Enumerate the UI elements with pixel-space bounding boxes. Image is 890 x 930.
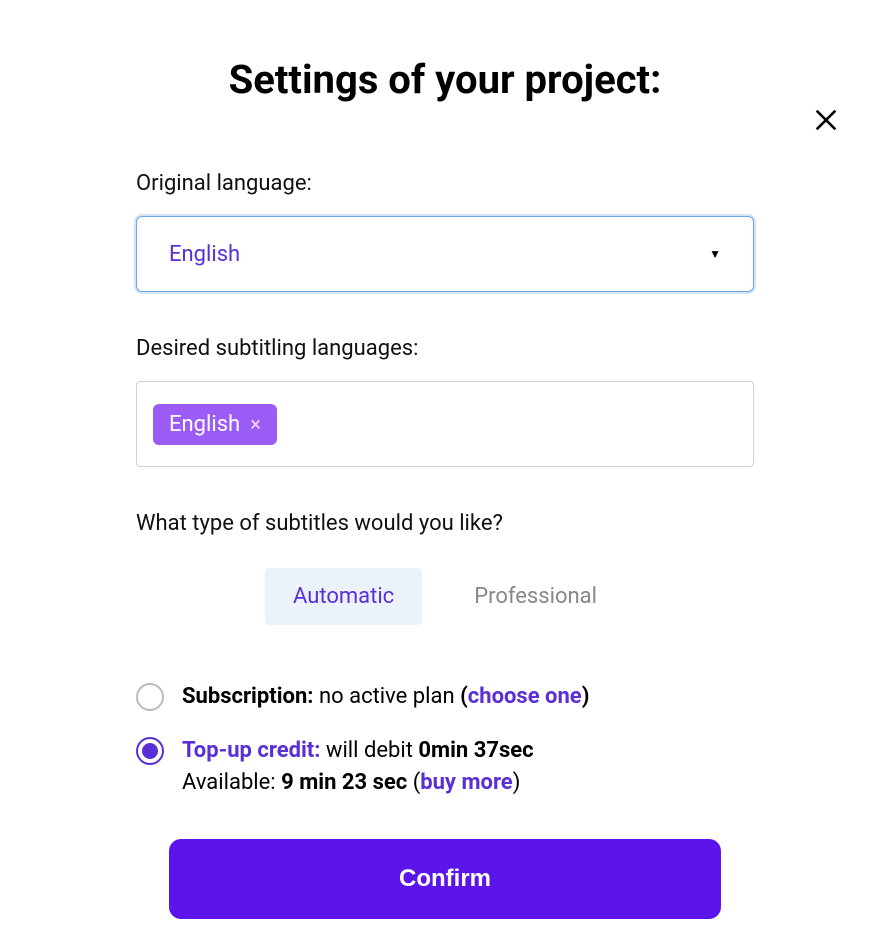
desired-languages-label: Desired subtitling languages:	[136, 336, 754, 361]
choose-plan-link[interactable]: choose one	[468, 684, 582, 709]
topup-debit-amount: 0min 37sec	[418, 738, 533, 763]
topup-available-amount: 9 min 23 sec	[281, 770, 407, 795]
subscription-text: Subscription: no active plan (choose one…	[182, 681, 589, 713]
tab-professional[interactable]: Professional	[446, 568, 625, 625]
original-language-label: Original language:	[136, 171, 754, 196]
topup-text: Top-up credit: will debit 0min 37sec Ava…	[182, 735, 534, 799]
close-button[interactable]	[810, 104, 842, 136]
language-tag: English ×	[153, 404, 277, 445]
topup-label: Top-up credit:	[182, 738, 320, 763]
confirm-button[interactable]: Confirm	[169, 839, 721, 919]
close-icon	[812, 106, 840, 134]
subtitle-type-question: What type of subtitles would you like?	[136, 511, 754, 536]
original-language-select[interactable]: English ▼	[136, 216, 754, 292]
modal-title: Settings of your project:	[0, 56, 890, 103]
original-language-value: English	[169, 242, 240, 267]
plan-option-subscription[interactable]: Subscription: no active plan (choose one…	[136, 681, 754, 713]
language-tag-label: English	[169, 412, 240, 437]
topup-available-prefix: Available:	[182, 770, 276, 795]
chevron-down-icon: ▼	[709, 247, 721, 261]
buy-more-link[interactable]: buy more	[420, 770, 512, 795]
subscription-label: Subscription:	[182, 684, 313, 709]
subscription-status: no active plan	[319, 684, 455, 709]
remove-tag-icon[interactable]: ×	[250, 414, 261, 434]
topup-debit-prefix: will debit	[326, 738, 413, 763]
plan-option-topup[interactable]: Top-up credit: will debit 0min 37sec Ava…	[136, 735, 754, 799]
tab-automatic[interactable]: Automatic	[265, 568, 422, 625]
desired-languages-input[interactable]: English ×	[136, 381, 754, 467]
radio-subscription[interactable]	[136, 683, 164, 711]
radio-selected-icon	[142, 743, 158, 759]
radio-topup[interactable]	[136, 737, 164, 765]
subtitle-type-tabs: Automatic Professional	[136, 568, 754, 625]
